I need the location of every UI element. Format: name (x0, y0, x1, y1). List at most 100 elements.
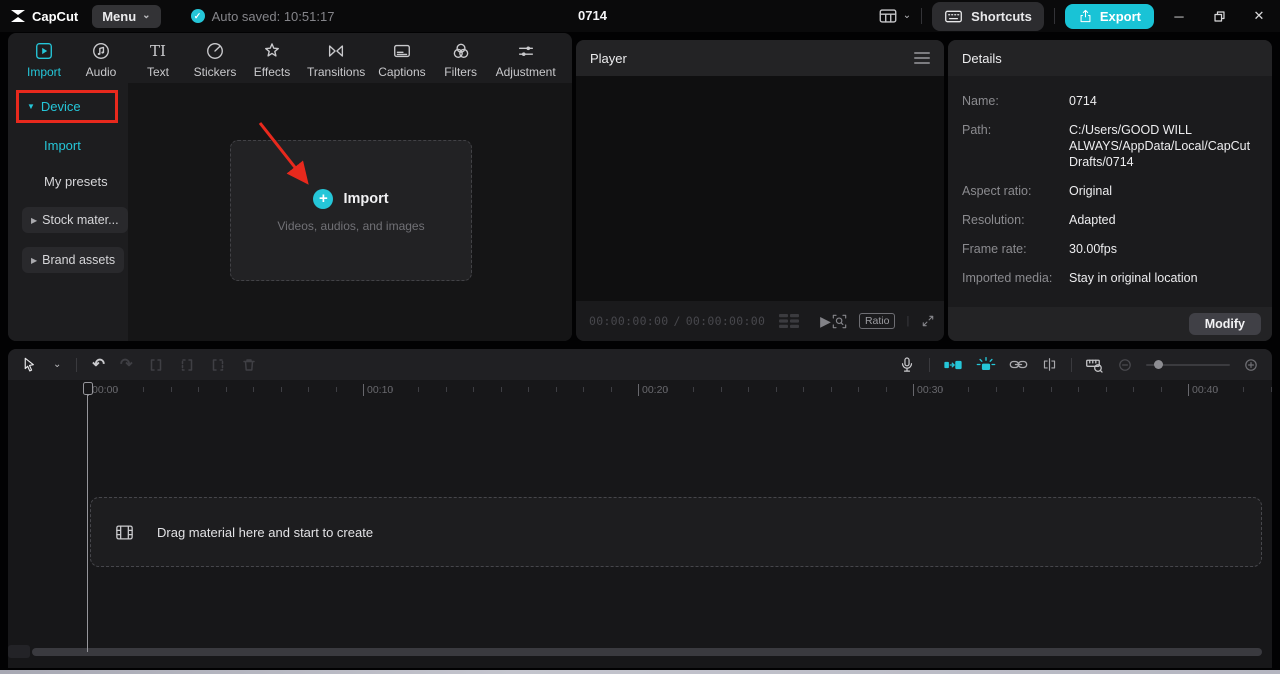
sidebar-item-device[interactable]: ▼ Device (16, 90, 118, 123)
ruler-tick (830, 387, 832, 392)
ruler-tick (1215, 387, 1217, 392)
record-voiceover-button[interactable] (898, 356, 916, 374)
zoom-fit-button[interactable] (831, 313, 848, 330)
close-button[interactable]: ✕ (1244, 0, 1274, 32)
ruler-tick (528, 387, 529, 392)
sidebar-item-stock-materials[interactable]: ▶ Stock mater... (22, 207, 128, 233)
sidebar-item-label: Import (44, 138, 81, 153)
tab-captions[interactable]: Captions (378, 40, 426, 79)
ruler-tick (555, 387, 557, 392)
fullscreen-button[interactable] (920, 313, 936, 329)
split-clip-button[interactable] (1041, 356, 1058, 373)
adjustment-icon (516, 40, 536, 62)
detail-value: C:/Users/GOOD WILL ALWAYS/AppData/Local/… (1069, 123, 1251, 169)
menu-lines-icon[interactable] (914, 52, 930, 64)
filters-icon (451, 40, 471, 62)
transitions-icon (326, 40, 346, 62)
link-toggle[interactable] (1009, 356, 1028, 373)
tab-filters[interactable]: Filters (439, 40, 483, 79)
detail-value: Stay in original location (1069, 271, 1198, 285)
detail-label: Resolution: (962, 213, 1025, 227)
horizontal-scrollbar[interactable] (32, 648, 1262, 656)
sidebar-item-my-presets[interactable]: My presets (44, 174, 108, 189)
detail-row-resolution: Resolution: Adapted (962, 212, 1258, 228)
ruler-tick (1105, 387, 1107, 392)
capcut-logo: CapCut (10, 9, 78, 24)
ruler-tick (1270, 387, 1272, 392)
redo-button: ↷ (119, 356, 133, 373)
ruler-tick (115, 387, 117, 392)
tab-stickers[interactable]: Stickers (193, 40, 237, 79)
detail-value: 0714 (1069, 94, 1097, 108)
minimize-button[interactable]: ─ (1164, 0, 1194, 32)
ruler-tick (995, 387, 997, 392)
player-controls: 00:00:00:00 / 00:00:00:00 ▶ Ratio | (576, 301, 944, 341)
timeline-zoom-slider[interactable] (1146, 359, 1230, 370)
sidebar-item-import[interactable]: Import (44, 138, 81, 153)
media-tab-bar: Import Audio TI Text Stickers Effects Tr… (8, 33, 572, 83)
layout-switch-button[interactable]: ⌄ (878, 6, 911, 26)
divider: | (906, 315, 910, 327)
chevron-down-icon[interactable]: ⌄ (53, 359, 61, 370)
zoom-out-button[interactable] (1117, 357, 1133, 373)
details-body: Name: 0714 Path: C:/Users/GOOD WILL ALWA… (948, 76, 1272, 286)
select-tool-button[interactable] (21, 356, 38, 373)
restore-button[interactable] (1204, 0, 1234, 32)
delete-button (241, 357, 257, 373)
tab-import[interactable]: Import (22, 40, 66, 79)
menu-label: Menu (102, 8, 137, 24)
detail-label: Aspect ratio: (962, 184, 1032, 198)
import-card-title: Import (343, 190, 389, 207)
auto-snap-toggle[interactable] (943, 357, 963, 373)
tab-label: Transitions (307, 64, 366, 79)
preview-axis-toggle[interactable] (976, 356, 996, 373)
tab-transitions[interactable]: Transitions (307, 40, 365, 79)
frame-preview-icon[interactable] (778, 314, 800, 328)
export-button[interactable]: Export (1064, 3, 1154, 29)
timeline-dropzone[interactable]: Drag material here and start to create (90, 497, 1262, 567)
keyboard-icon (945, 10, 963, 22)
delete-left-button (179, 357, 195, 373)
timeline-ruler[interactable]: 00:00 00:10 00:20 00:30 00:40 (8, 382, 1272, 400)
detail-label: Imported media: (962, 271, 1053, 285)
ruler-tick (885, 387, 887, 392)
timecode: 00:00:00:00 / 00:00:00:00 (589, 314, 765, 328)
divider (929, 357, 930, 372)
slider-handle[interactable] (1154, 359, 1163, 369)
ruler-tick (748, 387, 749, 392)
zoom-in-button[interactable] (1243, 357, 1259, 373)
ruler-tick (445, 387, 447, 392)
project-title: 0714 (578, 8, 607, 23)
media-panel: Import Audio TI Text Stickers Effects Tr… (8, 33, 572, 341)
sidebar-item-brand-assets[interactable]: ▶ Brand assets (22, 247, 125, 273)
tab-audio[interactable]: Audio (79, 40, 123, 79)
tab-effects[interactable]: Effects (250, 40, 294, 79)
player-panel: Player 00:00:00:00 / 00:00:00:00 ▶ Ratio… (576, 40, 944, 341)
ruler-tick (968, 387, 969, 392)
ruler-label: 00:10 (363, 384, 393, 396)
sidebar-item-label: My presets (44, 174, 108, 189)
undo-button[interactable]: ↶ (92, 357, 105, 372)
tab-adjustment[interactable]: Adjustment (496, 40, 556, 79)
audio-icon (91, 40, 111, 62)
import-dropzone[interactable]: + Import Videos, audios, and images (230, 140, 472, 281)
play-button[interactable]: ▶ (820, 313, 831, 330)
ruler-tick (665, 387, 667, 392)
modify-button[interactable]: Modify (1188, 313, 1261, 335)
playhead[interactable] (83, 382, 93, 652)
timecode-total: 00:00:00:00 (685, 314, 766, 328)
timeline-scale-button[interactable] (1085, 356, 1104, 374)
menu-button[interactable]: Menu ⌄ (92, 4, 161, 28)
tab-text[interactable]: TI Text (136, 40, 180, 79)
chevron-down-icon: ⌄ (902, 10, 912, 21)
ruler-tick (335, 387, 337, 392)
ratio-button[interactable]: Ratio (858, 313, 896, 329)
ruler-tick (308, 387, 309, 392)
detail-row-path: Path: C:/Users/GOOD WILL ALWAYS/AppData/… (962, 122, 1258, 170)
divider (921, 8, 923, 24)
shortcuts-button[interactable]: Shortcuts (932, 1, 1044, 31)
detail-row-frame-rate: Frame rate: 30.00fps (962, 241, 1258, 257)
ruler-tick (803, 387, 804, 392)
text-icon: TI (150, 41, 166, 60)
ruler-tick (225, 387, 227, 392)
